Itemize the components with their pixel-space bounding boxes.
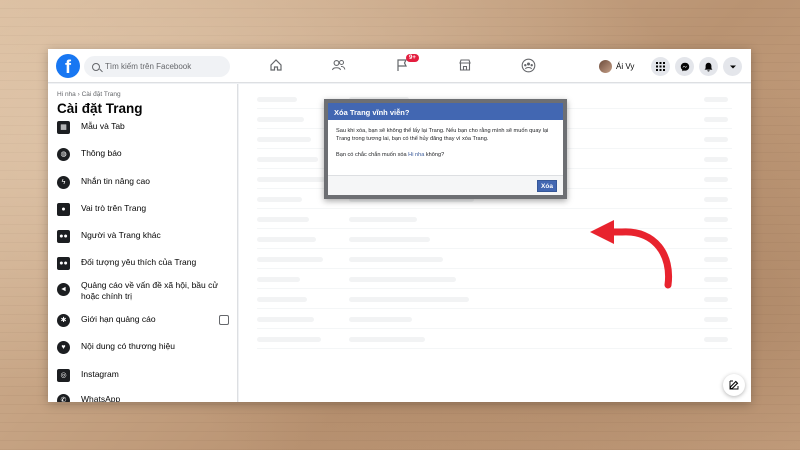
breadcrumb[interactable]: Hi nha › Cài đặt Trang — [57, 91, 121, 98]
sidebar-item-label: Giới hạn quảng cáo — [81, 314, 156, 324]
profile-name: Ái Vy — [616, 61, 635, 71]
sidebar-item-label: Người và Trang khác — [81, 230, 161, 240]
whatsapp-icon: ✆ — [57, 394, 70, 402]
search-input[interactable]: Tìm kiếm trên Facebook — [84, 56, 230, 77]
menu-grid-icon[interactable] — [651, 57, 670, 76]
audience-icon: ●● — [57, 257, 70, 270]
gear-icon: ✱ — [57, 314, 70, 327]
dialog-warning-text: Sau khi xóa, bạn sẽ không thể lấy lại Tr… — [336, 128, 549, 142]
sidebar-item-label: Mẫu và Tab — [81, 121, 125, 131]
sidebar-item-ad-limits[interactable]: ✱ Giới hạn quảng cáo — [57, 314, 235, 327]
sidebar-item-label: Instagram — [81, 369, 119, 379]
sidebar-item-label: Vai trò trên Trang — [81, 203, 147, 213]
dialog-confirm-question: Bạn có chắc chắn muốn xóa Hi nha không? — [336, 151, 555, 159]
marketplace-icon[interactable] — [457, 58, 473, 74]
notifications-bell-icon[interactable] — [699, 57, 718, 76]
people-icon: ●● — [57, 230, 70, 243]
arrow-head — [590, 220, 614, 244]
sidebar-item-instagram[interactable]: ◎ Instagram — [57, 369, 235, 382]
delete-page-dialog: Xóa Trang vĩnh viễn? Sau khi xóa, bạn sẽ… — [324, 99, 567, 199]
sidebar-item-templates-tabs[interactable]: ▦ Mẫu và Tab — [57, 121, 235, 134]
sidebar-item-label: WhatsApp — [81, 394, 121, 402]
sidebar-item-notifications[interactable]: ◍ Thông báo — [57, 148, 235, 161]
confirm-prefix: Bạn có chắc chắn muốn xóa — [336, 152, 409, 158]
dialog-title: Xóa Trang vĩnh viễn? — [328, 103, 563, 120]
globe-icon: ◍ — [57, 148, 70, 161]
home-icon[interactable] — [268, 58, 284, 74]
page-name-link[interactable]: Hi nha — [408, 152, 424, 158]
sidebar-item-whatsapp[interactable]: ✆ WhatsApp — [57, 394, 235, 402]
avatar — [599, 59, 612, 73]
handshake-icon: ♥ — [57, 341, 70, 354]
sidebar-item-branded-content[interactable]: ♥ Nội dung có thương hiệu — [57, 341, 235, 354]
external-link-icon[interactable] — [219, 315, 229, 325]
groups-icon[interactable] — [520, 58, 536, 74]
dialog-footer: Xóa — [328, 175, 563, 195]
sidebar-item-label: Đối tượng yêu thích của Trang — [81, 257, 197, 267]
facebook-logo[interactable]: f — [56, 54, 80, 78]
red-arrow-annotation — [590, 220, 673, 289]
grid-icon: ▦ — [57, 121, 70, 134]
messenger-icon[interactable] — [675, 57, 694, 76]
megaphone-icon: ◄ — [57, 283, 70, 296]
dialog-body: Sau khi xóa, bạn sẽ không thể lấy lại Tr… — [328, 120, 563, 166]
sidebar-item-label: Nội dung có thương hiệu — [81, 341, 175, 351]
page-title: Cài đặt Trang — [57, 101, 143, 116]
confirm-suffix: không? — [424, 152, 445, 158]
search-icon — [92, 62, 100, 71]
settings-sidebar: Hi nha › Cài đặt Trang Cài đặt Trang ▦ M… — [48, 84, 238, 402]
messenger-icon: ϟ — [57, 176, 70, 189]
person-icon: ● — [57, 203, 70, 216]
sidebar-item-page-roles[interactable]: ● Vai trò trên Trang — [57, 203, 235, 216]
arrow-shaft — [606, 228, 673, 289]
account-chevron-icon[interactable] — [723, 57, 742, 76]
sidebar-item-label: Thông báo — [81, 148, 122, 158]
sidebar-item-people-other-pages[interactable]: ●● Người và Trang khác — [57, 230, 235, 243]
sidebar-item-label: Quảng cáo về vấn đề xã hội, bầu cử hoặc … — [81, 280, 219, 301]
instagram-icon: ◎ — [57, 369, 70, 382]
sidebar-item-preferred-audience[interactable]: ●● Đối tượng yêu thích của Trang — [57, 257, 235, 270]
sidebar-item-political-ads[interactable]: ◄ Quảng cáo về vấn đề xã hội, bầu cử hoặ… — [57, 280, 235, 302]
search-placeholder: Tìm kiếm trên Facebook — [105, 62, 192, 71]
facebook-topbar: f Tìm kiếm trên Facebook 9+ Ái Vy — [48, 49, 751, 83]
sidebar-item-advanced-messaging[interactable]: ϟ Nhắn tin nâng cao — [57, 176, 235, 189]
sidebar-item-label: Nhắn tin nâng cao — [81, 176, 150, 186]
delete-button[interactable]: Xóa — [537, 180, 557, 192]
friends-icon[interactable] — [330, 58, 346, 74]
profile-button[interactable]: Ái Vy — [599, 57, 634, 75]
notification-badge: 9+ — [406, 54, 419, 62]
new-message-button[interactable] — [723, 374, 745, 396]
